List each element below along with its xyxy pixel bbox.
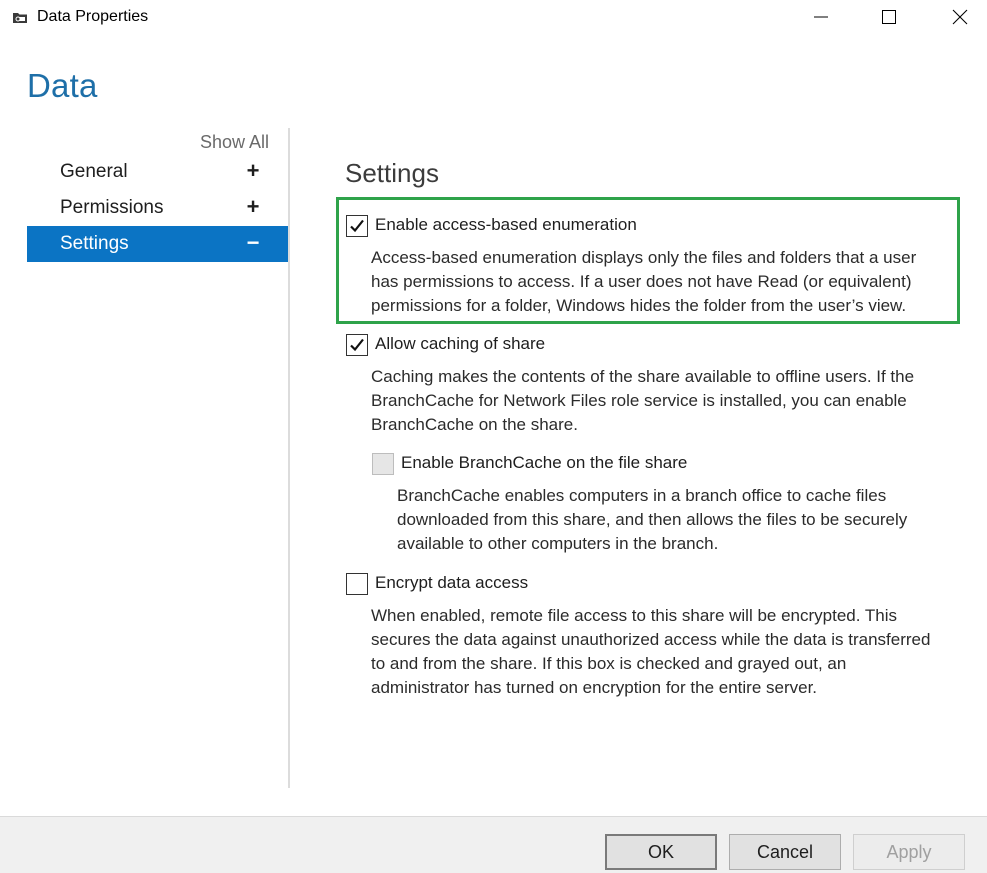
encrypt-description: When enabled, remote file access to this…	[371, 604, 930, 700]
share-folder-icon	[12, 9, 28, 25]
caching-checkbox[interactable]	[346, 334, 368, 356]
encrypt-label[interactable]: Encrypt data access	[375, 573, 528, 593]
expand-plus-icon[interactable]: +	[243, 194, 263, 220]
collapse-minus-icon[interactable]: −	[243, 230, 263, 256]
description-line: Access-based enumeration displays only t…	[371, 248, 917, 267]
branchcache-label[interactable]: Enable BranchCache on the file share	[401, 453, 687, 473]
description-line: permissions for a folder, Windows hides …	[371, 296, 907, 315]
checkmark-icon	[350, 338, 364, 352]
abe-description: Access-based enumeration displays only t…	[371, 246, 916, 318]
nav-item-label: Settings	[60, 233, 129, 254]
close-icon	[952, 9, 968, 25]
caching-label[interactable]: Allow caching of share	[375, 334, 545, 354]
description-line: Caching makes the contents of the share …	[371, 367, 915, 386]
branchcache-checkbox[interactable]	[372, 453, 394, 475]
window-title: Data Properties	[37, 8, 149, 25]
dialog-footer: OK Cancel Apply	[0, 816, 987, 873]
nav-item-label: General	[60, 161, 128, 182]
apply-button[interactable]: Apply	[853, 834, 965, 870]
minimize-button[interactable]	[798, 0, 844, 34]
nav-item-permissions[interactable]: Permissions +	[27, 190, 288, 226]
description-line: BranchCache on the share.	[371, 415, 578, 434]
encrypt-checkbox[interactable]	[346, 573, 368, 595]
title-bar: Data Properties	[0, 0, 987, 36]
nav-item-general[interactable]: General +	[27, 154, 288, 190]
description-line: When enabled, remote file access to this…	[371, 606, 898, 625]
ok-button[interactable]: OK	[605, 834, 717, 870]
cancel-button[interactable]: Cancel	[729, 834, 841, 870]
abe-checkbox[interactable]	[346, 215, 368, 237]
branchcache-description: BranchCache enables computers in a branc…	[397, 484, 907, 556]
checkmark-icon	[350, 219, 364, 233]
nav-divider	[288, 128, 290, 788]
maximize-icon	[882, 10, 896, 24]
description-line: has permissions to access. If a user doe…	[371, 272, 912, 291]
show-all-link[interactable]: Show All	[200, 132, 269, 153]
caching-description: Caching makes the contents of the share …	[371, 365, 914, 437]
nav-item-label: Permissions	[60, 197, 164, 218]
description-line: BranchCache enables computers in a branc…	[397, 486, 887, 505]
expand-plus-icon[interactable]: +	[243, 158, 263, 184]
description-line: downloaded from this share, and then all…	[397, 510, 908, 529]
description-line: administrator has turned on encryption f…	[371, 678, 818, 697]
description-line: secures the data against unauthorized ac…	[371, 630, 931, 649]
close-button[interactable]	[937, 0, 983, 34]
description-line: BranchCache for Network Files role servi…	[371, 391, 907, 410]
abe-label[interactable]: Enable access-based enumeration	[375, 215, 637, 235]
nav-item-settings[interactable]: Settings −	[27, 226, 288, 262]
section-title: Settings	[345, 158, 439, 188]
description-line: to and from the share. If this box is ch…	[371, 654, 847, 673]
description-line: available to other computers in the bran…	[397, 534, 719, 553]
minimize-icon	[814, 16, 828, 18]
maximize-button[interactable]	[866, 0, 912, 34]
page-title: Data	[27, 67, 98, 104]
